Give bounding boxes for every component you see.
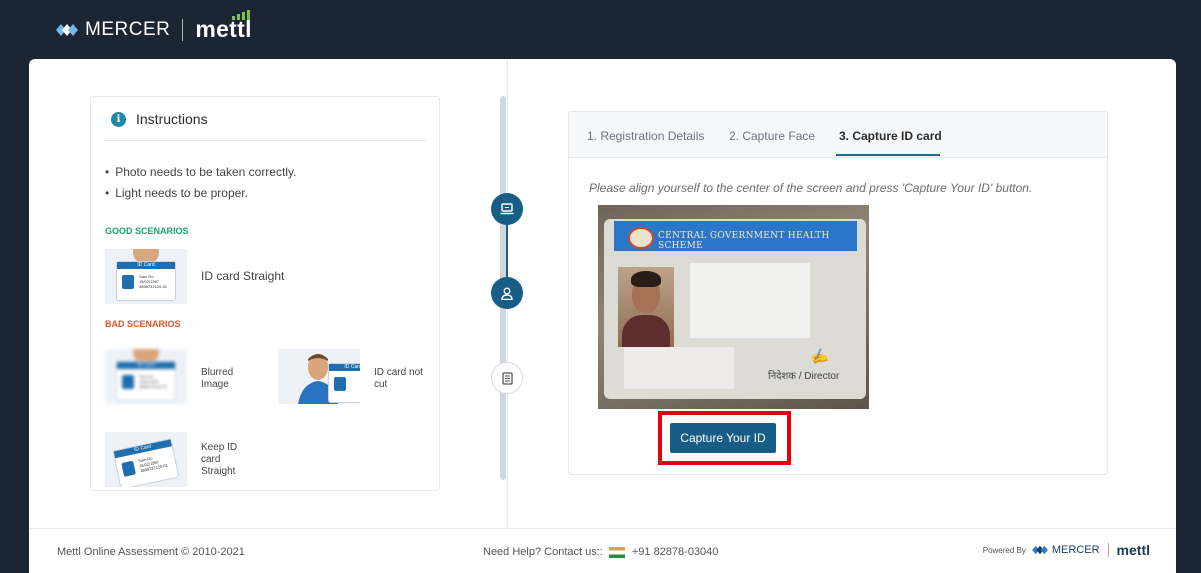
mercer-mark-icon: [56, 23, 78, 36]
card-photo-body: [622, 315, 670, 347]
instructions-bullets: Photo needs to be taken correctly. Light…: [105, 162, 296, 204]
id-card-illustration: ID Card: [328, 363, 360, 403]
tab-registration-details[interactable]: 1. Registration Details: [587, 129, 704, 143]
main-card: i Instructions Photo needs to be taken c…: [29, 59, 1176, 532]
mercer-text: MERCER: [85, 18, 171, 40]
bad-scenario-label: ID card not cut: [374, 367, 423, 391]
footer-brand-separator: [1107, 543, 1109, 557]
bullet-item: Photo needs to be taken correctly.: [105, 162, 296, 183]
camera-preview: CENTRAL GOVERNMENT HEALTH SCHEME ✍ निदेश…: [598, 205, 869, 409]
user-icon: [501, 287, 513, 300]
brand-logos: MERCER mettl: [56, 10, 252, 43]
id-card-illustration: ID Card Sam Ro 15/02/1997 3898737120-01: [116, 361, 176, 401]
label-line: cut: [374, 379, 388, 390]
help-text: Need Help? Contact us::: [483, 546, 603, 558]
label-line: card: [201, 454, 221, 465]
id-card-text: Sam Ro 15/02/1997 3898737120-01: [139, 374, 167, 389]
mettl-bars-icon: [232, 10, 251, 20]
tab-capture-face[interactable]: 2. Capture Face: [729, 129, 815, 143]
good-scenario-label: ID card Straight: [201, 269, 285, 283]
india-flag-icon: [608, 546, 625, 558]
footer-mercer-text: MERCER: [1051, 544, 1100, 556]
capture-your-id-button[interactable]: Capture Your ID: [670, 423, 776, 453]
card-director-text: निदेशक / Director: [768, 371, 840, 382]
id-card-in-camera: CENTRAL GOVERNMENT HEALTH SCHEME ✍ निदेश…: [604, 219, 866, 399]
bad-scenarios-heading: BAD SCENARIOS: [105, 319, 181, 329]
good-scenarios-heading: GOOD SCENARIOS: [105, 226, 189, 236]
active-tab-indicator: [836, 154, 940, 156]
id-photo-icon: [122, 275, 134, 289]
id-card-illustration: ID Card Sam Ro 15/02/1997 3898737120-01: [112, 438, 180, 487]
instructions-header: i Instructions: [105, 111, 427, 141]
footer-mercer-logo: MERCER: [1032, 544, 1100, 556]
id-card-band: ID Card: [329, 364, 360, 371]
step-face-node: [491, 277, 523, 309]
info-icon: i: [111, 112, 126, 127]
label-line: Straight: [201, 466, 236, 477]
bad-scenario-image-tilted: ID Card Sam Ro 15/02/1997 3898737120-01: [105, 432, 187, 487]
redacted-area: [624, 347, 734, 389]
id-photo-icon: [334, 377, 346, 391]
card-emblem-icon: [628, 227, 654, 249]
laptop-icon: [500, 203, 514, 215]
id-card-icon: [501, 371, 513, 385]
top-header: MERCER mettl: [0, 0, 1201, 59]
label-line: ID card not: [374, 367, 423, 378]
bad-scenario-image-not-cut: ID Card: [278, 349, 360, 404]
bad-scenario-label: Blurred Image: [201, 367, 233, 391]
footer: Mettl Online Assessment © 2010-2021 Need…: [29, 528, 1176, 573]
label-line: Blurred: [201, 367, 234, 378]
bad-scenario-label: Keep ID card Straight: [201, 442, 237, 478]
id-card-number: 3898737120-01: [139, 284, 168, 289]
step-tabs: 1. Registration Details 2. Capture Face …: [569, 112, 1107, 158]
footer-branding: Powered By MERCER mettl: [983, 542, 1150, 558]
id-card-text: Sam Ro 15/02/1997 3898737120-01: [139, 274, 167, 289]
id-card-text: Sam Ro 15/02/1997 3898737120-01: [138, 453, 169, 474]
step-registration-node: [491, 193, 523, 225]
footer-mettl-text: mettl: [1116, 542, 1150, 558]
label-line: Keep ID: [201, 442, 238, 453]
label-line: Image: [201, 379, 229, 390]
mercer-logo: MERCER: [56, 19, 170, 41]
card-banner-text: CENTRAL GOVERNMENT HEALTH SCHEME: [658, 231, 830, 251]
id-card-number: 3898737120-01: [139, 384, 168, 389]
capture-instruction-text: Please align yourself to the center of t…: [589, 181, 1033, 195]
footer-help: Need Help? Contact us:: +91 82878-03040: [483, 546, 718, 558]
id-card-band: ID Card: [117, 262, 175, 269]
id-photo-icon: [121, 460, 136, 477]
redacted-area: [690, 263, 810, 338]
footer-copyright: Mettl Online Assessment © 2010-2021: [57, 546, 245, 558]
step-idcard-node: [491, 362, 523, 394]
help-phone[interactable]: +91 82878-03040: [632, 546, 719, 558]
id-card-illustration: ID Card Sam Ro 15/02/1997 3898737120-01: [116, 261, 176, 301]
card-photo: [618, 267, 674, 347]
tab-capture-id-card[interactable]: 3. Capture ID card: [839, 129, 942, 143]
mercer-mark-icon: [1032, 545, 1048, 555]
bullet-item: Light needs to be proper.: [105, 183, 296, 204]
card-banner: CENTRAL GOVERNMENT HEALTH SCHEME: [614, 221, 857, 251]
instructions-panel[interactable]: i Instructions Photo needs to be taken c…: [90, 96, 440, 491]
signature-mark: ✍: [809, 347, 831, 367]
card-photo-hair: [631, 271, 661, 287]
capture-panel: 1. Registration Details 2. Capture Face …: [568, 111, 1108, 475]
mettl-logo: mettl: [195, 10, 251, 43]
instructions-title: Instructions: [136, 111, 208, 127]
powered-by-text: Powered By: [982, 545, 1026, 555]
id-photo-icon: [122, 375, 134, 389]
brand-separator: [182, 18, 184, 41]
good-scenario-image: ID Card Sam Ro 15/02/1997 3898737120-01: [105, 249, 187, 304]
bad-scenario-image-blurred: ID Card Sam Ro 15/02/1997 3898737120-01: [105, 349, 187, 404]
id-card-band: ID Card: [117, 362, 175, 369]
